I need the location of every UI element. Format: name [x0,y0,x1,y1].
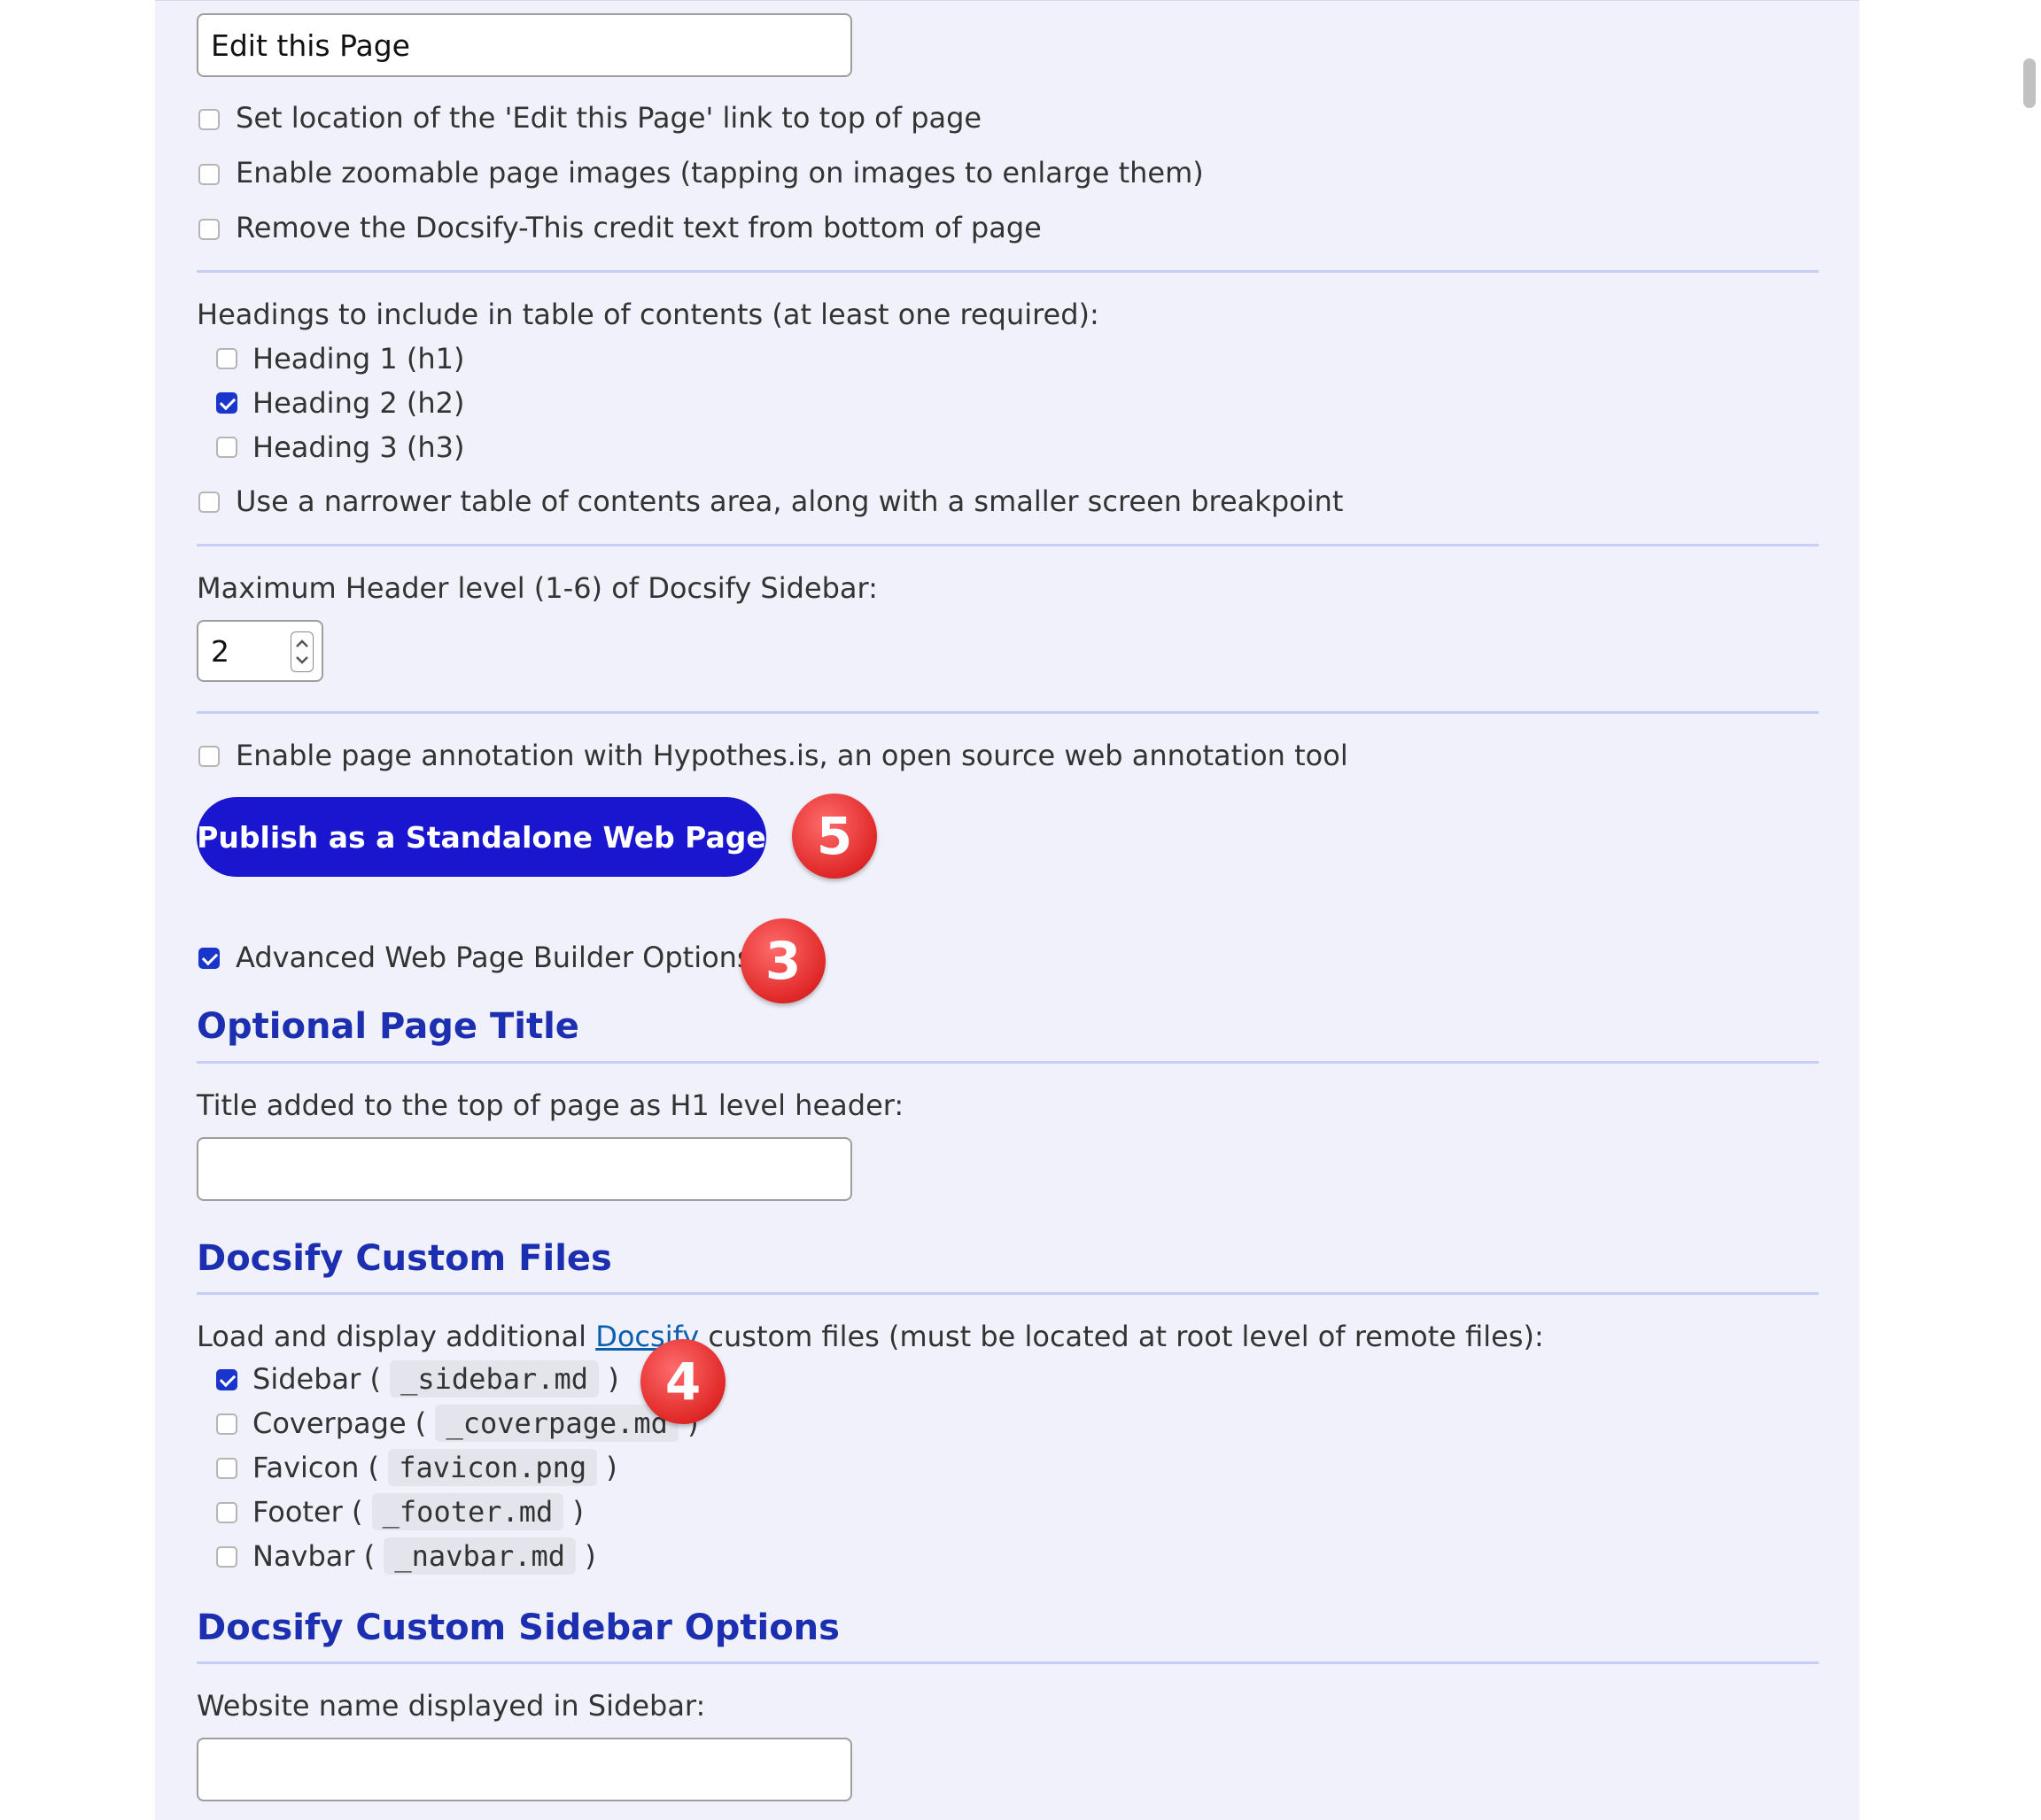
favicon-file-label: Favicon ( favicon.png ) [252,1449,617,1486]
divider [197,711,1819,714]
favicon-file-checkbox[interactable] [216,1458,237,1479]
file-label-close: ) [572,1495,584,1529]
hypothesis-label: Enable page annotation with Hypothes.is,… [236,739,1348,772]
divider [197,544,1819,546]
zoomable-images-checkbox[interactable] [198,164,220,185]
page-title-input[interactable] [197,1137,852,1201]
publish-button[interactable]: Publish as a Standalone Web Page [197,797,766,877]
advanced-options-checkbox[interactable] [198,948,220,969]
heading-h1-label: Heading 1 (h1) [252,342,465,376]
sidebar-file-checkbox[interactable] [216,1369,237,1390]
file-label-close: ) [585,1539,596,1573]
custom-files-intro: Load and display additional Docsify cust… [197,1320,1544,1353]
step-5-badge: 5 [792,794,877,879]
file-label-text: Footer ( [252,1495,363,1529]
page-title-label: Title added to the top of page as H1 lev… [197,1088,904,1122]
hypothesis-checkbox[interactable] [198,746,220,767]
sidebar-level-value: 2 [211,633,229,669]
footer-file-checkbox[interactable] [216,1502,237,1523]
heading-h3-label: Heading 3 (h3) [252,430,465,464]
divider [197,270,1819,273]
heading-h2-label: Heading 2 (h2) [252,386,465,420]
edit-link-top-checkbox[interactable] [198,109,220,130]
edit-link-text-input[interactable]: Edit this Page [197,13,852,77]
page: Edit this Page Set location of the 'Edit… [0,0,2041,1820]
scrollbar-thumb[interactable] [2023,58,2036,108]
file-label-text: Navbar ( [252,1539,376,1573]
website-name-label: Website name displayed in Sidebar: [197,1689,706,1723]
narrow-toc-checkbox[interactable] [198,492,220,513]
coverpage-file-checkbox[interactable] [216,1413,237,1435]
heading-h2-checkbox[interactable] [216,392,237,414]
advanced-options-label: Advanced Web Page Builder Options [236,941,752,974]
file-label-close: ) [606,1451,617,1484]
step-4-badge: 4 [640,1339,726,1424]
file-label-close: ) [608,1362,619,1396]
file-name-code: _footer.md [371,1493,564,1530]
sidebar-options-heading: Docsify Custom Sidebar Options [197,1607,840,1648]
file-label-text: Coverpage ( [252,1406,427,1440]
remove-credit-checkbox[interactable] [198,219,220,240]
edit-link-top-label: Set location of the 'Edit this Page' lin… [236,101,982,135]
heading-h3-checkbox[interactable] [216,437,237,458]
footer-file-label: Footer ( _footer.md ) [252,1493,584,1530]
narrow-toc-label: Use a narrower table of contents area, a… [236,484,1344,518]
custom-files-heading: Docsify Custom Files [197,1238,612,1279]
navbar-file-label: Navbar ( _navbar.md ) [252,1537,596,1575]
file-label-text: Favicon ( [252,1451,380,1484]
website-name-input[interactable] [197,1738,852,1801]
zoomable-images-label: Enable zoomable page images (tapping on … [236,156,1204,190]
stepper-arrows-icon [296,639,308,664]
navbar-file-checkbox[interactable] [216,1546,237,1568]
divider [197,1061,1819,1064]
step-3-badge: 3 [741,918,826,1003]
custom-files-intro-text: custom files (must be located at root le… [699,1320,1544,1353]
file-name-code: favicon.png [388,1449,598,1486]
sidebar-level-label: Maximum Header level (1-6) of Docsify Si… [197,571,878,605]
divider [197,1661,1819,1664]
sidebar-file-label: Sidebar ( _sidebar.md ) [252,1360,619,1398]
file-label-text: Sidebar ( [252,1362,381,1396]
remove-credit-label: Remove the Docsify-This credit text from… [236,211,1042,244]
file-name-code: _coverpage.md [435,1405,679,1442]
toc-headings-label: Headings to include in table of contents… [197,298,1099,331]
optional-page-title-heading: Optional Page Title [197,1006,579,1047]
file-name-code: _navbar.md [384,1537,577,1575]
number-stepper[interactable] [291,631,314,672]
coverpage-file-label: Coverpage ( _coverpage.md ) [252,1405,699,1442]
divider [197,1292,1819,1295]
custom-files-intro-text: Load and display additional [197,1320,596,1353]
publish-button-label: Publish as a Standalone Web Page [197,819,766,855]
file-name-code: _sidebar.md [390,1360,600,1398]
edit-link-text-value: Edit this Page [211,27,410,63]
heading-h1-checkbox[interactable] [216,348,237,369]
